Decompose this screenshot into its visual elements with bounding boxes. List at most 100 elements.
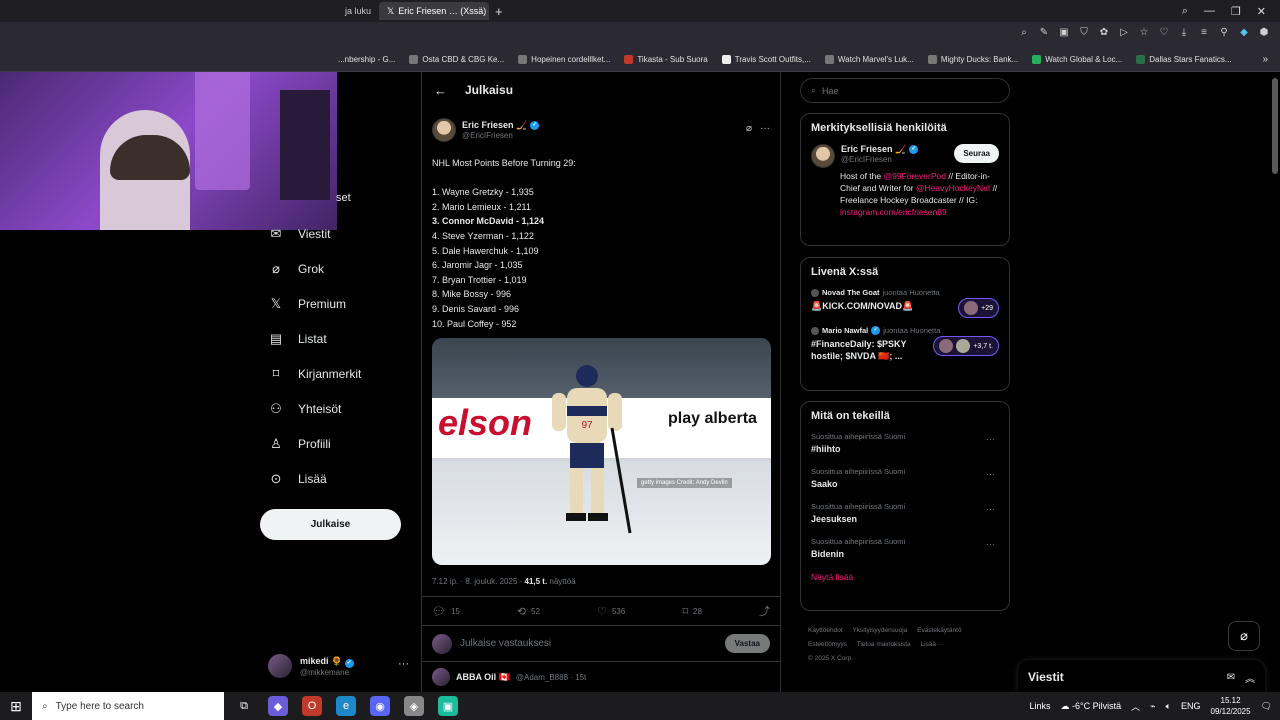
browser-tab[interactable]: ja luku [337,2,379,20]
follow-button[interactable]: Seuraa [954,144,999,163]
repost-button[interactable]: ⟲ 52 [517,605,540,618]
more-icon[interactable]: ··· [986,434,995,444]
extension-icon[interactable]: ✿ [1098,27,1110,39]
reply-input[interactable]: Julkaise vastauksesi [460,638,717,649]
browser-tab-active[interactable]: 𝕏 Eric Friesen … (Xssä) "NH… ✕ [379,2,490,20]
messages-drawer[interactable]: Viestit ✉ ︽ [1018,660,1265,694]
live-space-item[interactable]: Mario Nawfal ✓ juontaa Huonetta #FinanceDa… [811,326,999,362]
bookmarks-icon[interactable]: ☆ [1138,27,1150,39]
relevant-person[interactable]: Eric Friesen 🏒 ✓ @EricIFriesen Seuraa [811,144,999,168]
nav-item-more[interactable]: ⊙ Lisää [260,461,420,496]
taskbar-search-input[interactable]: ⌕ Type here to search [32,692,224,720]
search-icon[interactable]: ⌕ [1182,5,1188,18]
discord-icon[interactable]: ◉ [370,696,390,716]
live-space-item[interactable]: Novad The Goat juontaa Huonetta 🚨KICK.COM… [811,288,999,318]
app-icon[interactable]: ◈ [404,696,424,716]
bookmark-item[interactable]: Dallas Stars Fanatics... [1136,55,1232,64]
menu-icon[interactable]: ≡ [1198,27,1210,39]
close-window-icon[interactable]: ✕ [1257,5,1266,18]
more-icon[interactable]: ··· [760,123,770,134]
grok-floating-button[interactable]: ⌀ [1228,621,1260,651]
restore-icon[interactable]: ❐ [1231,5,1241,18]
author-handle[interactable]: @EricIFriesen [462,131,539,140]
post-image[interactable]: elson play alberta 97 getty images Credi… [432,338,771,566]
edge-icon[interactable]: e [336,696,356,716]
bookmark-item[interactable]: Mighty Ducks: Bank... [927,55,1018,64]
account-switcher[interactable]: mikedi 🌻 ✓ @mikkemane ··· [268,650,413,682]
task-view-icon[interactable]: ⧉ [234,696,254,716]
trend-item[interactable]: Suosittua aihepiirissä Suomi Saako ··· [811,467,999,489]
settings-icon[interactable]: ⬢ [1258,27,1270,39]
account-icon[interactable]: ⚲ [1218,27,1230,39]
opera-icon[interactable]: O [302,696,322,716]
footer-link[interactable]: Evästekäytäntö [917,627,961,634]
bio-link[interactable]: @HeavyHockeyNet [916,183,990,193]
weather-widget[interactable]: ☁ -6°C Pilvistä [1061,701,1122,712]
footer-link[interactable]: Yksityisyydensuoja [852,627,907,634]
next-reply-post[interactable]: ABBA Oil 🇨🇦 @Adam_B888 · 15t [422,662,780,692]
edit-icon[interactable]: ✎ [1038,27,1050,39]
bookmark-item[interactable]: ...nbership - G... [338,55,395,64]
tray-overflow-icon[interactable]: ︿ [1131,700,1140,713]
back-arrow-icon[interactable]: ← [434,83,447,98]
more-icon[interactable]: ··· [398,658,409,670]
vpn-icon[interactable]: ◆ [1238,27,1250,39]
screenshot-icon[interactable]: ▣ [1058,27,1070,39]
more-icon[interactable]: ··· [986,539,995,549]
more-icon[interactable]: ··· [986,469,995,479]
search-input[interactable]: ⌕ Hae [800,78,1010,103]
compose-message-icon[interactable]: ✉ [1227,672,1235,683]
footer-link[interactable]: Lisää ··· [920,641,944,648]
show-more-link[interactable]: Näytä lisää [811,572,999,582]
app-icon[interactable]: ◆ [268,696,288,716]
bookmark-button[interactable]: ⌑ 28 [682,605,702,618]
trend-item[interactable]: Suosittua aihepiirissä Suomi #hiihto ··· [811,432,999,454]
network-icon[interactable]: ⌁ [1150,701,1155,712]
nav-item-profile[interactable]: ♙ Profiili [260,426,420,461]
minimize-icon[interactable]: — [1204,5,1215,17]
reply-submit-button[interactable]: Vastaa [724,634,770,654]
author-avatar[interactable] [432,118,456,142]
footer-link[interactable]: Käyttöehdot [808,627,843,634]
footer-link[interactable]: Esteettömyys [808,641,847,648]
bookmark-item[interactable]: Travis Scott Outfits,... [721,55,811,64]
forward-icon[interactable]: ▷ [1118,27,1130,39]
footer-link[interactable]: Tietoa mainoksista [857,641,911,648]
bio-link[interactable]: instagram.com/ericfriesen89 [840,207,947,217]
nav-item-grok[interactable]: ⌀ Grok [260,251,420,286]
like-button[interactable]: ♡ 536 [597,605,625,618]
zoom-icon[interactable]: ⌕ [1018,27,1030,39]
author-name[interactable]: Eric Friesen 🏒 ✓ [462,120,540,131]
notifications-icon[interactable]: 🗨︎ [1261,701,1272,712]
more-icon[interactable]: ··· [986,504,995,514]
trend-item[interactable]: Suosittua aihepiirissä Suomi Bidenin ··· [811,537,999,559]
links-toolbar[interactable]: Links [1030,701,1051,711]
reply-button[interactable]: 💬︎ 15 [432,605,460,618]
bookmarks-overflow-icon[interactable]: » [1262,54,1268,65]
new-tab-icon[interactable]: + [495,4,503,19]
scrollbar-thumb[interactable] [1272,78,1278,174]
heart-icon[interactable]: ♡ [1158,27,1170,39]
nav-item-communities[interactable]: ⚇ Yhteisöt [260,391,420,426]
volume-icon[interactable]: 🔈︎ [1166,701,1171,712]
bookmark-item[interactable]: Tikasta - Sub Suora [624,55,708,64]
grok-icon[interactable]: ⌀ [746,123,752,134]
share-button[interactable]: ⤴ [759,603,770,619]
nav-item-messages[interactable]: ✉ Viestit [260,216,420,251]
expand-icon[interactable]: ︽ [1245,670,1255,685]
shield-icon[interactable]: ⛉ [1078,27,1090,39]
clock[interactable]: 15.12 09/12/2025 [1211,695,1251,717]
trend-item[interactable]: Suosittua aihepiirissä Suomi Jeesuksen ·… [811,502,999,524]
nav-item-bookmarks[interactable]: ⌑ Kirjanmerkit [260,356,420,391]
nav-item-partial-label[interactable]: set [336,192,351,204]
nav-item-lists[interactable]: ▤ Listat [260,321,420,356]
post-button[interactable]: Julkaise [260,509,401,540]
bio-link[interactable]: @99ForeverPod [883,171,946,181]
bookmark-item[interactable]: Watch Global & Loc... [1032,55,1122,64]
bookmark-item[interactable]: Watch Marvel's Luk... [824,55,914,64]
download-icon[interactable]: ⤓ [1178,27,1190,39]
language-indicator[interactable]: ENG [1181,701,1201,711]
bookmark-item[interactable]: Hopeinen cordelllket... [518,55,610,64]
nav-item-premium[interactable]: 𝕏 Premium [260,286,420,321]
app-icon[interactable]: ▣ [438,696,458,716]
